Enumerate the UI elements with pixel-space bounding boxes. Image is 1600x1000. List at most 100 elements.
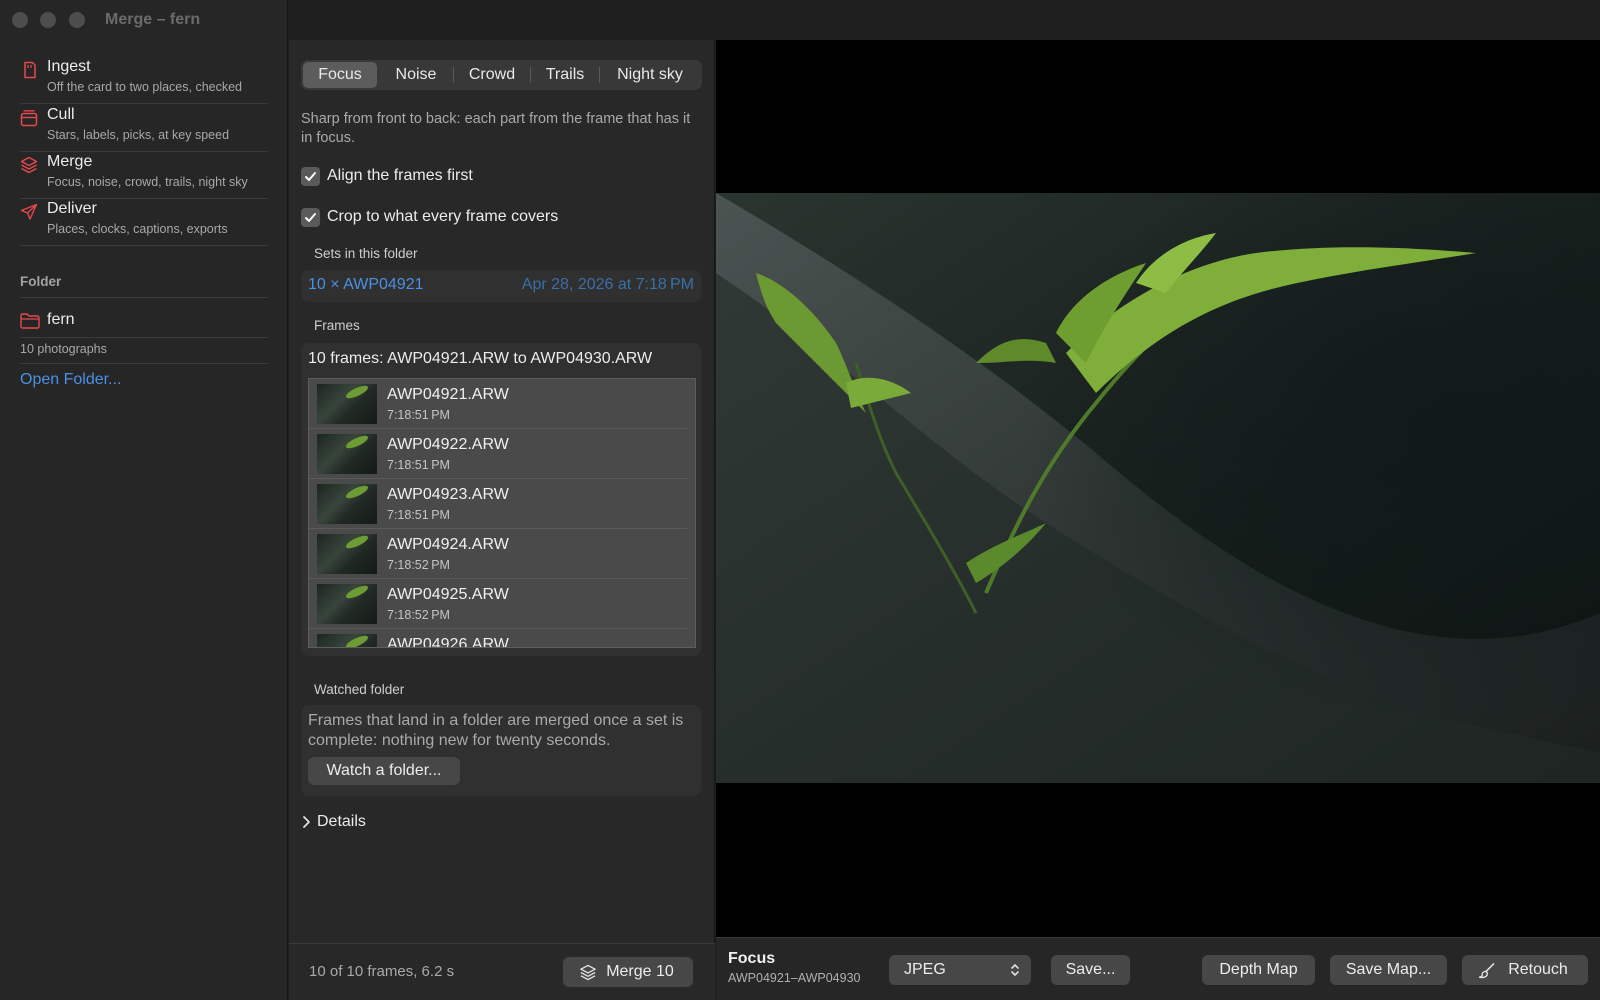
frame-list-item[interactable]: AWP04922.ARW 7:18:51 PM [309, 429, 687, 479]
sidebar-folder-fern[interactable]: fern [20, 308, 268, 336]
sidebar-item-subtitle: Places, clocks, captions, exports [47, 222, 228, 236]
brush-icon [1478, 963, 1495, 979]
frame-time: 7:18:51 PM [387, 458, 450, 472]
frame-thumbnail [317, 384, 377, 424]
frame-thumbnail [317, 584, 377, 624]
result-frame-range: AWP04921–AWP04930 [728, 971, 861, 985]
frame-thumbnail [317, 434, 377, 474]
merge-mode-segmented-control: Focus Noise Crowd Trails Night sky [301, 60, 702, 90]
merged-photo-preview [716, 193, 1600, 783]
preview-toolbar: Focus AWP04921–AWP04930 JPEG Save... Dep… [716, 937, 1600, 1000]
checkbox-label: Crop to what every frame covers [327, 208, 559, 225]
photo-count: 10 photographs [20, 342, 107, 356]
merge-settings-panel: Focus Noise Crowd Trails Night sky Sharp… [289, 40, 715, 1000]
format-select-value: JPEG [904, 961, 946, 978]
tab-crowd[interactable]: Crowd [454, 62, 530, 88]
tab-night-sky[interactable]: Night sky [600, 62, 700, 88]
sidebar-item-title: Deliver [47, 200, 97, 217]
minimize-window-button[interactable] [40, 12, 56, 28]
sidebar-item-ingest[interactable]: Ingest Off the card to two places, check… [20, 56, 268, 104]
chevron-right-icon [303, 816, 310, 828]
sidebar-item-subtitle: Off the card to two places, checked [47, 80, 243, 94]
layers-icon [20, 156, 38, 174]
sidebar-item-deliver[interactable]: Deliver Places, clocks, captions, export… [20, 198, 268, 246]
divider [20, 337, 268, 338]
folder-icon [20, 313, 40, 329]
frame-time: 7:18:51 PM [387, 508, 450, 522]
open-folder-link[interactable]: Open Folder... [20, 371, 121, 389]
retouch-button-label: Retouch [1508, 961, 1568, 978]
image-preview-area[interactable] [716, 40, 1600, 937]
zoom-window-button[interactable] [69, 12, 85, 28]
frames-summary: 10 frames: AWP04921.ARW to AWP04930.ARW [308, 350, 653, 367]
save-map-button[interactable]: Save Map... [1330, 955, 1447, 985]
set-date: Apr 28, 2026 at 7:18 PM [521, 276, 694, 293]
frame-time: 7:18:52 PM [387, 608, 450, 622]
sidebar-item-title: Cull [47, 106, 75, 123]
save-button[interactable]: Save... [1051, 955, 1130, 985]
merge-button-label: Merge 10 [606, 963, 674, 980]
chevron-up-down-icon [1011, 964, 1019, 976]
depth-map-button[interactable]: Depth Map [1202, 955, 1315, 985]
fern-photo-image [716, 193, 1600, 783]
set-row[interactable]: 10 × AWP04921 Apr 28, 2026 at 7:18 PM [301, 270, 701, 302]
sidebar: Ingest Off the card to two places, check… [0, 40, 288, 1000]
details-label: Details [317, 813, 366, 830]
frame-time: 7:18:51 PM [387, 408, 450, 422]
divider [20, 297, 268, 298]
checkmark-icon [305, 213, 316, 222]
title-bar: Merge – fern [0, 0, 1600, 40]
sd-card-icon [24, 61, 36, 79]
align-frames-checkbox[interactable] [301, 167, 320, 186]
frame-list[interactable]: AWP04921.ARW 7:18:51 PM AWP04922.ARW 7:1… [308, 378, 696, 648]
layers-icon [580, 964, 596, 981]
tray-icon [20, 110, 38, 127]
sidebar-item-merge[interactable]: Merge Focus, noise, crowd, trails, night… [20, 151, 268, 199]
frame-filename: AWP04924.ARW [387, 536, 509, 553]
frame-filename: AWP04926.ARW [387, 636, 509, 648]
format-select[interactable]: JPEG [889, 955, 1031, 985]
frame-filename: AWP04922.ARW [387, 436, 509, 453]
panel-footer: 10 of 10 frames, 6.2 s Merge 10 [289, 943, 715, 1000]
result-title: Focus [728, 950, 776, 967]
frame-list-item[interactable]: AWP04921.ARW 7:18:51 PM [309, 379, 687, 429]
frame-thumbnail [317, 534, 377, 574]
tab-trails[interactable]: Trails [531, 62, 599, 88]
frame-thumbnail [317, 634, 377, 647]
frame-list-item[interactable]: AWP04924.ARW 7:18:52 PM [309, 529, 687, 579]
sidebar-item-title: Merge [47, 153, 93, 170]
tab-focus[interactable]: Focus [303, 62, 377, 88]
frame-filename: AWP04925.ARW [387, 586, 509, 603]
tab-noise[interactable]: Noise [379, 62, 453, 88]
frame-list-item[interactable]: AWP04926.ARW [309, 629, 687, 648]
frame-list-item[interactable]: AWP04923.ARW 7:18:51 PM [309, 479, 687, 529]
frame-filename: AWP04923.ARW [387, 486, 509, 503]
mode-description: Sharp from front to back: each part from… [301, 111, 691, 146]
crop-frames-checkbox[interactable] [301, 208, 320, 227]
paper-plane-icon [20, 203, 38, 220]
frames-box: 10 frames: AWP04921.ARW to AWP04930.ARW … [301, 343, 701, 656]
close-window-button[interactable] [12, 12, 28, 28]
sidebar-item-title: Ingest [47, 58, 91, 75]
frame-filename: AWP04921.ARW [387, 386, 509, 403]
sidebar-item-subtitle: Focus, noise, crowd, trails, night sky [47, 175, 248, 189]
sets-section-label: Sets in this folder [314, 246, 418, 261]
frame-time: 7:18:52 PM [387, 558, 450, 572]
watched-folder-text: Frames that land in a folder are merged … [308, 712, 684, 749]
checkbox-label: Align the frames first [327, 167, 473, 184]
frames-section-label: Frames [314, 318, 360, 333]
folder-name: fern [47, 311, 75, 328]
set-name-link[interactable]: 10 × AWP04921 [308, 276, 424, 294]
watch-folder-button[interactable]: Watch a folder... [308, 757, 460, 785]
checkmark-icon [305, 172, 316, 181]
sidebar-item-cull[interactable]: Cull Stars, labels, picks, at key speed [20, 104, 268, 152]
sidebar-item-subtitle: Stars, labels, picks, at key speed [47, 128, 230, 142]
folder-section-label: Folder [20, 274, 62, 289]
merge-button[interactable]: Merge 10 [563, 957, 693, 987]
frame-list-item[interactable]: AWP04925.ARW 7:18:52 PM [309, 579, 687, 629]
frames-status: 10 of 10 frames, 6.2 s [309, 963, 455, 980]
watched-folder-section-label: Watched folder [314, 682, 405, 697]
watched-folder-box: Frames that land in a folder are merged … [301, 705, 701, 796]
retouch-button[interactable]: Retouch [1462, 955, 1588, 985]
divider [20, 363, 268, 364]
